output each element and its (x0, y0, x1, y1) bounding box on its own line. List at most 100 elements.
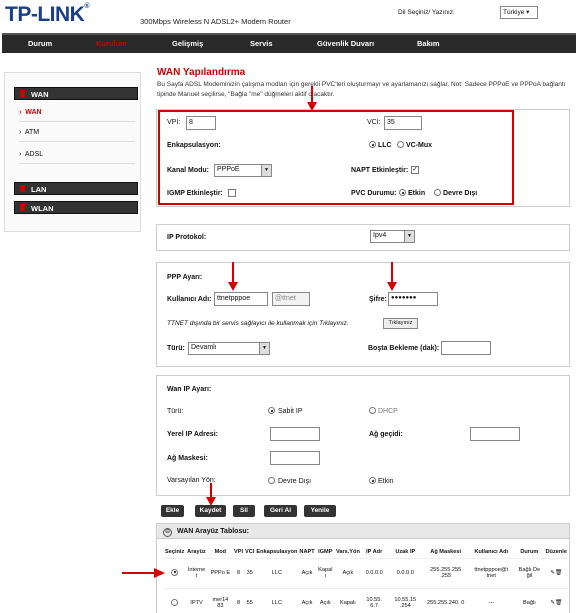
table-cell: 0.0.0.0 (387, 558, 424, 589)
refresh-button[interactable]: Yenile (304, 505, 336, 517)
collapse-icon[interactable]: ⊖ (163, 528, 172, 537)
table-cell: Açık (298, 558, 316, 589)
down-arrow-icon (206, 483, 216, 506)
idle-timeout-input[interactable] (441, 341, 491, 355)
table-cell: 8 (233, 588, 245, 613)
nav-durum[interactable]: Durum (28, 39, 52, 48)
nav-bakim[interactable]: Bakım (417, 39, 440, 48)
encap-label: Enkapsulasyon: (167, 142, 221, 149)
local-ip-input[interactable] (270, 427, 320, 441)
table-row[interactable]: Interne t PPPo E 8 35 LLC Açık Kapal ı A… (164, 558, 568, 589)
password-label: Şifre: (369, 296, 387, 303)
ppp-type-label: Türü: (167, 345, 185, 352)
username-suffix: @ttnet (272, 292, 310, 306)
table-cell: LLC (255, 588, 299, 613)
main-nav: Durum Kurulum Gelişmiş Servis Güvenlik D… (2, 33, 576, 53)
col-edit: Düzenle (544, 547, 568, 559)
delete-button[interactable]: Sil (233, 505, 255, 517)
language-select[interactable]: Türkiye ▾ (500, 6, 538, 19)
ppp-type-select[interactable]: Devamlı ▼ (188, 342, 270, 355)
table-cell: PPPo E (207, 558, 234, 589)
col-mode: Mod (207, 547, 234, 559)
pvc-off-radio[interactable] (434, 189, 441, 196)
edit-cell: ✎🗑 (544, 558, 568, 589)
igmp-checkbox[interactable] (228, 189, 236, 197)
channel-mode-select[interactable]: PPPoE ▼ (214, 164, 272, 177)
row-select-radio[interactable] (171, 568, 179, 576)
sidebar-cat-wan[interactable]: WAN (14, 87, 138, 100)
sidebar-cat-lan[interactable]: LAN (14, 182, 138, 195)
subnet-mask-input[interactable] (270, 451, 320, 465)
table-cell: 8 (233, 558, 245, 589)
gateway-label: Ağ geçidi: (369, 431, 403, 438)
wan-table-title: WAN Arayüz Tablosu: (177, 528, 249, 535)
wan-interface-table: Seçiniz Arayüz Mod VPI VCI Enkapsulasyon… (164, 547, 568, 613)
row-select-radio[interactable] (171, 598, 179, 606)
static-ip-label: Sabit IP (278, 408, 303, 415)
table-cell: mer14 83 (207, 588, 234, 613)
nav-gelismis[interactable]: Gelişmiş (172, 39, 203, 48)
right-arrow-icon (122, 568, 165, 578)
pvc-on-radio[interactable] (399, 189, 406, 196)
route-off-radio[interactable] (268, 477, 275, 484)
sidebar: WAN › WAN › ATM › ADSL LAN WLAN (4, 72, 141, 232)
pvc-off-label: Devre Dışı (443, 190, 478, 197)
table-cell: Kapalı (334, 588, 361, 613)
col-ip: IP Adr (360, 547, 388, 559)
table-cell: 10.55.15 .254 (387, 588, 424, 613)
encap-llc-radio[interactable] (369, 141, 376, 148)
subnet-mask-label: Ağ Maskesi: (167, 455, 208, 462)
col-remote-ip: Uzak IP (387, 547, 424, 559)
table-cell: Interne t (185, 558, 208, 589)
model-name: 300Mbps Wireless N ADSL2+ Modem Router (140, 17, 291, 26)
sidebar-item-adsl[interactable]: › ADSL (19, 151, 43, 158)
pvc-on-label: Etkin (408, 190, 426, 197)
encap-vcmux-label: VC-Mux (406, 142, 433, 149)
table-cell: ttnetpppoe@t tnet (468, 558, 515, 589)
vci-input[interactable]: 35 (384, 116, 422, 130)
dhcp-radio[interactable] (369, 407, 376, 414)
row-select-cell[interactable] (164, 558, 186, 589)
channel-mode-label: Kanal Modu: (167, 167, 209, 174)
page-title: WAN Yapılandırma (157, 67, 246, 78)
vpi-input[interactable]: 8 (186, 116, 216, 130)
nav-servis[interactable]: Servis (250, 39, 273, 48)
sidebar-item-atm[interactable]: › ATM (19, 129, 39, 136)
local-ip-label: Yerel IP Adresi: (167, 431, 218, 438)
col-napt: NAPT (298, 547, 316, 559)
sidebar-cat-wlan[interactable]: WLAN (14, 201, 138, 214)
vci-label: VCI: (367, 119, 381, 126)
down-arrow-icon (228, 262, 238, 291)
password-input[interactable]: ●●●●●●● (388, 292, 438, 306)
username-input[interactable]: ttnetpppoe (214, 292, 268, 306)
idle-timeout-label: Boşta Bekleme (dak): (368, 345, 440, 352)
page-description: Bu Sayfa ADSL Modeminizin çalışma modlar… (157, 81, 566, 98)
encap-vcmux-radio[interactable] (397, 141, 404, 148)
static-ip-radio[interactable] (268, 407, 275, 414)
delete-icon[interactable]: 🗑 (555, 570, 562, 576)
gateway-input[interactable] (470, 427, 520, 441)
ppp-title: PPP Ayarı: (167, 274, 203, 281)
sidebar-item-wan[interactable]: › WAN (19, 109, 42, 116)
col-status: Durum (514, 547, 545, 559)
col-igmp: IGMP (315, 547, 335, 559)
add-button[interactable]: Ekle (161, 505, 184, 517)
vpi-label: VPI: (167, 119, 181, 126)
delete-icon[interactable]: 🗑 (555, 600, 562, 606)
table-cell: 55 (244, 588, 256, 613)
table-cell: --- (468, 588, 515, 613)
table-cell: 0.0.0.0 (360, 558, 388, 589)
ip-protocol-select[interactable]: Ipv4 ▼ (370, 230, 415, 243)
nav-kurulum[interactable]: Kurulum (96, 39, 127, 48)
route-on-radio[interactable] (369, 477, 376, 484)
click-here-button[interactable]: Tıklayınız (383, 318, 418, 329)
row-select-cell[interactable] (164, 588, 186, 613)
route-off-label: Devre Dışı (278, 478, 312, 485)
table-cell: Açık (298, 588, 316, 613)
napt-checkbox[interactable]: ✓ (411, 166, 419, 174)
igmp-label: IGMP Etkinleştir: (167, 190, 223, 197)
table-cell: 255.255.255 .255 (423, 558, 469, 589)
nav-guvenlik-duvari[interactable]: Güvenlik Duvarı (317, 39, 374, 48)
table-row[interactable]: IPTV mer14 83 8 55 LLC Açık Açık Kapalı … (164, 588, 568, 613)
cancel-button[interactable]: Geri Al (264, 505, 297, 517)
